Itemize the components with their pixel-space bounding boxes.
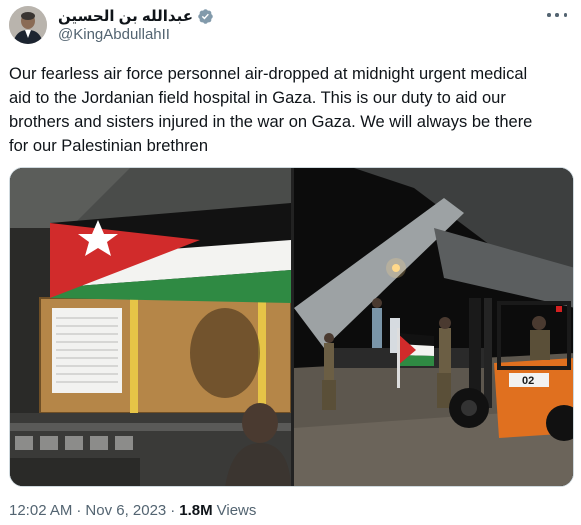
author-display-name[interactable]: عبدالله بن الحسين — [58, 7, 193, 25]
avatar[interactable] — [9, 6, 47, 44]
tweet-text: Our fearless air force personnel air-dro… — [9, 65, 533, 155]
meta-separator: · — [76, 502, 82, 519]
media-photo-1[interactable] — [10, 168, 291, 486]
media-grid[interactable]: 02 — [9, 167, 574, 487]
meta-separator: · — [170, 502, 176, 519]
tweet-meta: 12:02 AM · Nov 6, 2023 · 1.8M Views — [9, 502, 256, 519]
tweet-date[interactable]: Nov 6, 2023 — [85, 502, 166, 519]
more-options-icon[interactable] — [547, 8, 567, 22]
tweet-card[interactable]: عبدالله بن الحسين @KingAbdullahII Our fe… — [0, 0, 581, 525]
views-count: 1.8M — [179, 502, 213, 519]
author-name-row[interactable]: عبدالله بن الحسين — [58, 6, 214, 26]
tweet-time[interactable]: 12:02 AM — [9, 502, 72, 519]
views-label: Views — [216, 502, 257, 519]
media-photo-2[interactable]: 02 — [294, 168, 573, 486]
forklift-number: 02 — [522, 375, 534, 387]
verified-badge-icon — [197, 8, 214, 25]
author-handle[interactable]: @KingAbdullahII — [58, 26, 170, 43]
